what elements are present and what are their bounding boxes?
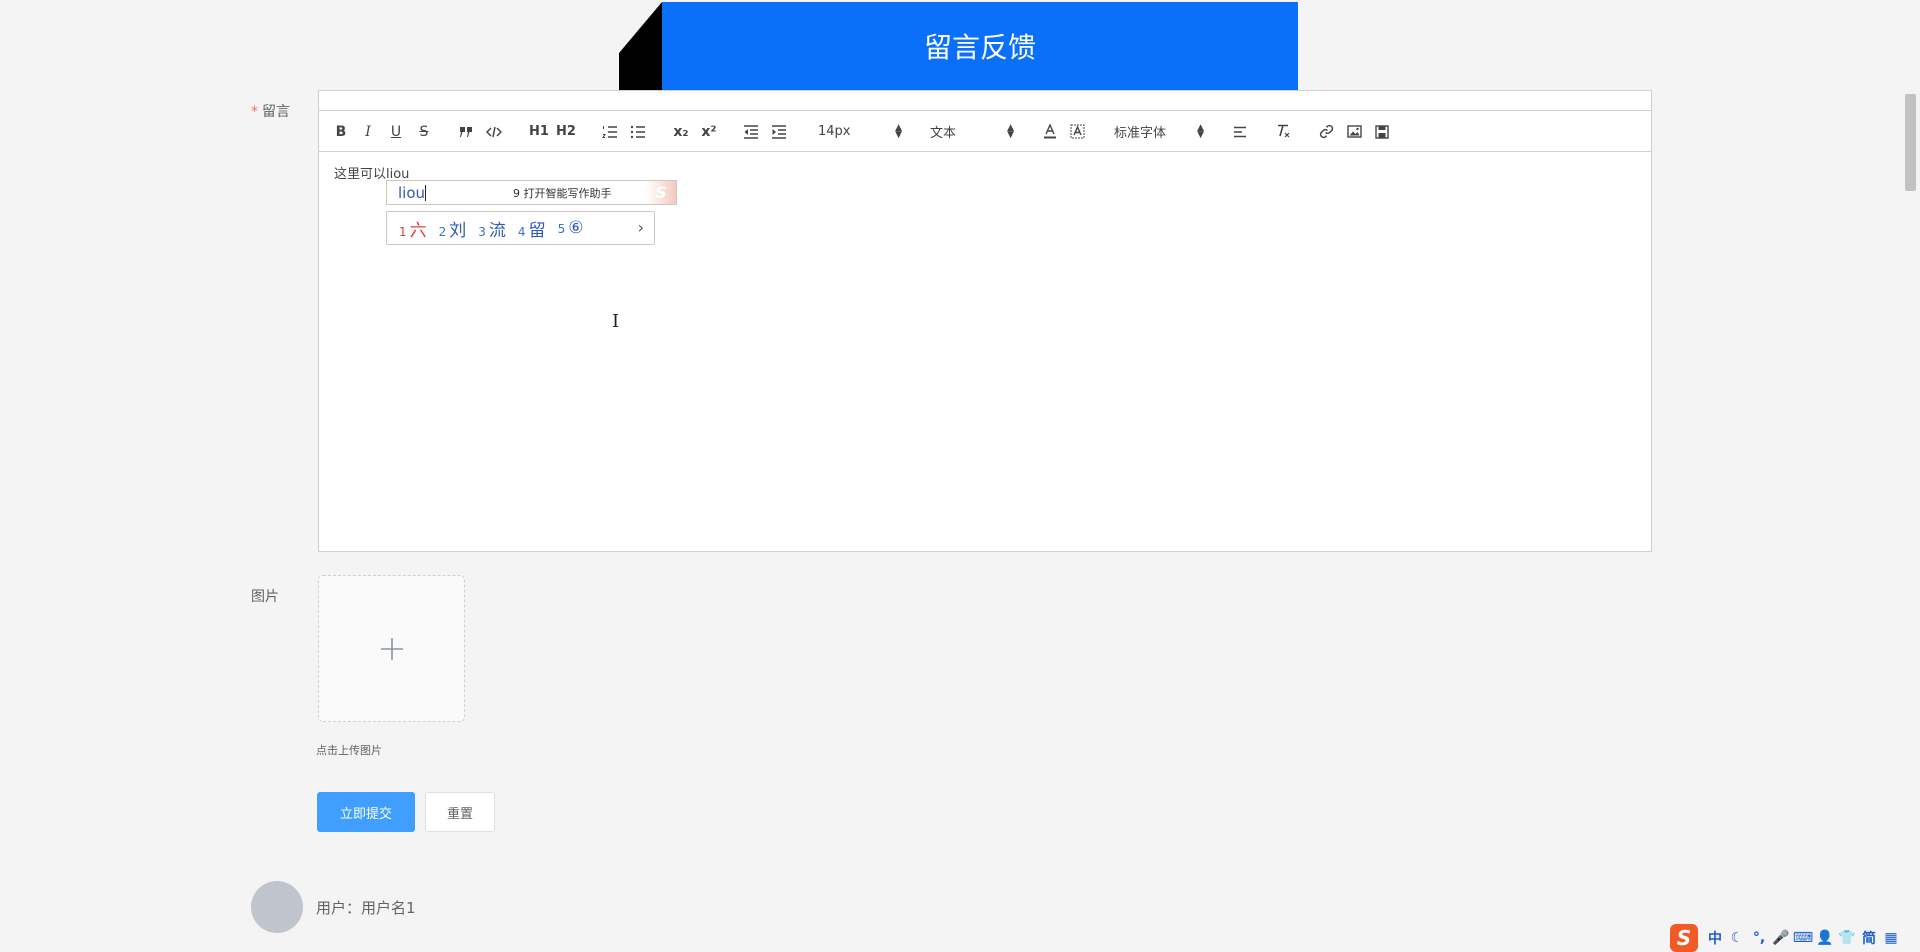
- outdent-button[interactable]: [742, 111, 760, 152]
- candidate-number: 1: [399, 224, 407, 239]
- toolbox-grid-icon[interactable]: ▦: [1880, 927, 1902, 949]
- font-family-select[interactable]: 标准字体 ▲ ▼: [1114, 111, 1204, 152]
- ime-caret: [425, 185, 427, 201]
- image-label: 图片: [251, 589, 279, 605]
- quote-icon: [460, 126, 472, 137]
- image-button[interactable]: [1345, 111, 1363, 152]
- ime-composition-text: liou: [398, 183, 426, 202]
- video-icon: [1375, 124, 1389, 139]
- highlight-icon: [1070, 124, 1084, 139]
- code-block-button[interactable]: [485, 111, 503, 152]
- blockquote-button[interactable]: [457, 111, 475, 152]
- required-mark: *: [251, 104, 258, 120]
- ime-candidate[interactable]: 2刘: [439, 216, 467, 241]
- ordered-list-button[interactable]: [601, 111, 619, 152]
- candidate-char: 留: [528, 220, 546, 241]
- ordered-list-icon: [602, 125, 617, 138]
- clear-format-icon: [1278, 124, 1290, 138]
- subscript-button[interactable]: x₂: [671, 111, 691, 152]
- candidate-number: 3: [478, 224, 486, 239]
- half-width-moon-icon[interactable]: ☾: [1726, 927, 1748, 949]
- simplified-toggle[interactable]: 简: [1858, 927, 1880, 949]
- page-title: 留言反馈: [662, 2, 1298, 90]
- user-label: 用户：: [316, 899, 362, 917]
- ime-composition-field: liou: [398, 184, 513, 202]
- ime-candidate-list: 1六 2刘 3流 4留 5⑥ ›: [386, 211, 655, 245]
- candidate-number: 2: [438, 224, 447, 239]
- italic-button[interactable]: I: [360, 111, 376, 152]
- editor-top-strip: [319, 91, 1651, 111]
- strike-button[interactable]: S: [416, 111, 432, 152]
- candidate-char: ⑥: [568, 218, 584, 238]
- superscript-button[interactable]: x²: [699, 111, 719, 152]
- select-arrows-icon: ▲ ▼: [895, 122, 902, 140]
- select-arrows-icon: ▲ ▼: [1007, 122, 1014, 140]
- align-button[interactable]: [1231, 111, 1249, 152]
- user-name: 用户名1: [361, 899, 416, 917]
- video-button[interactable]: [1373, 111, 1391, 152]
- header-value: 文本: [930, 126, 957, 141]
- candidate-number: 5: [557, 222, 566, 236]
- code-icon: [486, 126, 502, 137]
- avatar: [251, 881, 303, 933]
- ime-composition-box: liou 9 打开智能写作助手 S: [386, 180, 677, 205]
- bullet-list-button[interactable]: [629, 111, 647, 152]
- message-label: * 留言: [251, 101, 290, 121]
- user-info: 用户：用户名1: [316, 897, 416, 918]
- submit-button[interactable]: 立即提交: [317, 792, 415, 832]
- candidate-char: 流: [488, 220, 506, 241]
- ime-candidate[interactable]: 3流: [478, 216, 506, 241]
- header-select[interactable]: 文本 ▲ ▼: [930, 111, 1014, 152]
- upload-hint: 点击上传图片: [316, 744, 382, 757]
- indent-icon: [772, 124, 786, 139]
- font-size-value: 14px: [818, 124, 851, 139]
- clear-format-button[interactable]: [1274, 111, 1292, 152]
- ime-writing-assistant-link[interactable]: 9 打开智能写作助手: [513, 185, 612, 201]
- ime-status-bar: S 中 ☾ °, 🎤 ⌨ 👤 👕 简 ▦: [1670, 923, 1920, 952]
- ime-candidate[interactable]: 5⑥: [558, 218, 584, 238]
- align-left-icon: [1234, 126, 1246, 137]
- background-color-button[interactable]: [1068, 111, 1086, 152]
- select-arrows-icon: ▲ ▼: [1197, 122, 1204, 140]
- reset-button[interactable]: 重置: [425, 792, 495, 832]
- font-color-button[interactable]: [1041, 111, 1059, 152]
- text-cursor-icon: I: [612, 311, 620, 332]
- ime-candidate[interactable]: 1六: [399, 216, 427, 241]
- image-upload-box[interactable]: [318, 575, 465, 722]
- font-family-value: 标准字体: [1114, 126, 1167, 141]
- ime-candidate[interactable]: 4留: [518, 216, 546, 241]
- message-label-text: 留言: [262, 104, 290, 120]
- editor-toolbar: B I U S H1 H2 x₂ x² 14px ▲ ▼ 文本 ▲ ▼ 标准字体…: [319, 111, 1651, 152]
- skin-shirt-icon[interactable]: 👕: [1836, 927, 1858, 949]
- ime-sogou-logo-icon: S: [646, 181, 676, 204]
- bold-button[interactable]: B: [333, 111, 349, 152]
- ime-next-page-icon[interactable]: ›: [638, 218, 644, 237]
- rich-text-editor: B I U S H1 H2 x₂ x² 14px ▲ ▼ 文本 ▲ ▼ 标准字体…: [318, 90, 1652, 552]
- indent-button[interactable]: [770, 111, 788, 152]
- microphone-icon[interactable]: 🎤: [1770, 927, 1792, 949]
- link-icon: [1319, 124, 1333, 139]
- underline-button[interactable]: U: [388, 111, 404, 152]
- outdent-icon: [744, 124, 758, 139]
- bullet-list-icon: [630, 125, 645, 138]
- keyboard-icon[interactable]: ⌨: [1792, 927, 1814, 949]
- link-button[interactable]: [1317, 111, 1335, 152]
- punctuation-icon[interactable]: °,: [1748, 927, 1770, 949]
- plus-icon: [380, 637, 403, 660]
- h2-button[interactable]: H2: [555, 111, 577, 152]
- font-color-icon: [1044, 124, 1056, 139]
- candidate-char: 刘: [449, 220, 467, 241]
- image-icon: [1346, 125, 1362, 138]
- candidate-number: 4: [517, 224, 526, 239]
- lang-zh-toggle[interactable]: 中: [1704, 927, 1726, 949]
- account-icon[interactable]: 👤: [1814, 927, 1836, 949]
- font-size-select[interactable]: 14px ▲ ▼: [818, 111, 902, 152]
- h1-button[interactable]: H1: [528, 111, 550, 152]
- candidate-char: 六: [409, 220, 427, 241]
- scrollbar-thumb[interactable]: [1905, 94, 1916, 191]
- sogou-logo-icon[interactable]: S: [1670, 923, 1698, 952]
